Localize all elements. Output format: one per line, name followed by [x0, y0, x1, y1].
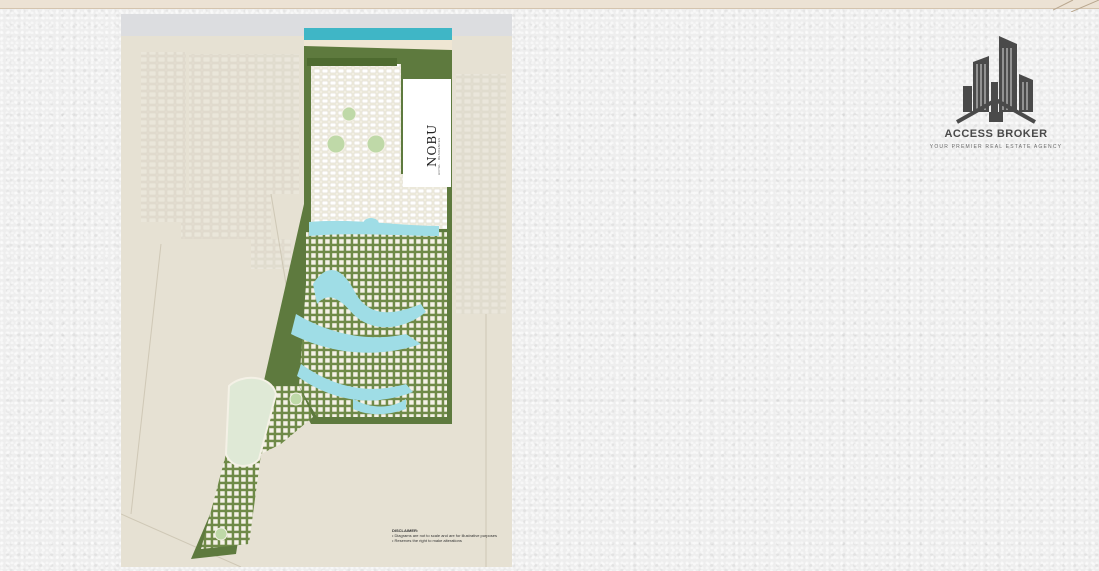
- beach-palms: [307, 58, 397, 66]
- logo-name: ACCESS BROKER: [944, 128, 1048, 140]
- corner-mark: [1053, 0, 1099, 12]
- disclaimer-line: • Reserves the right to make alterations: [392, 538, 462, 543]
- nobu-label: NOBU HOTEL · RESIDENCES: [403, 79, 451, 187]
- logo-tagline: YOUR PREMIER REAL ESTATE AGENCY: [929, 144, 1063, 150]
- master-plan-map: NOBU HOTEL · RESIDENCES DISCLAIMER: • Di…: [121, 14, 512, 567]
- top-strip: [0, 0, 1099, 9]
- nobu-subtitle-text: HOTEL · RESIDENCES: [437, 137, 441, 175]
- city-skyline-icon: [956, 36, 1036, 124]
- sea-water: [304, 28, 452, 40]
- access-broker-logo: ACCESS BROKER YOUR PREMIER REAL ESTATE A…: [926, 34, 1066, 160]
- disclaimer: DISCLAIMER: • Diagrams are not to scale …: [392, 528, 507, 543]
- master-plan-drawing: [121, 14, 512, 567]
